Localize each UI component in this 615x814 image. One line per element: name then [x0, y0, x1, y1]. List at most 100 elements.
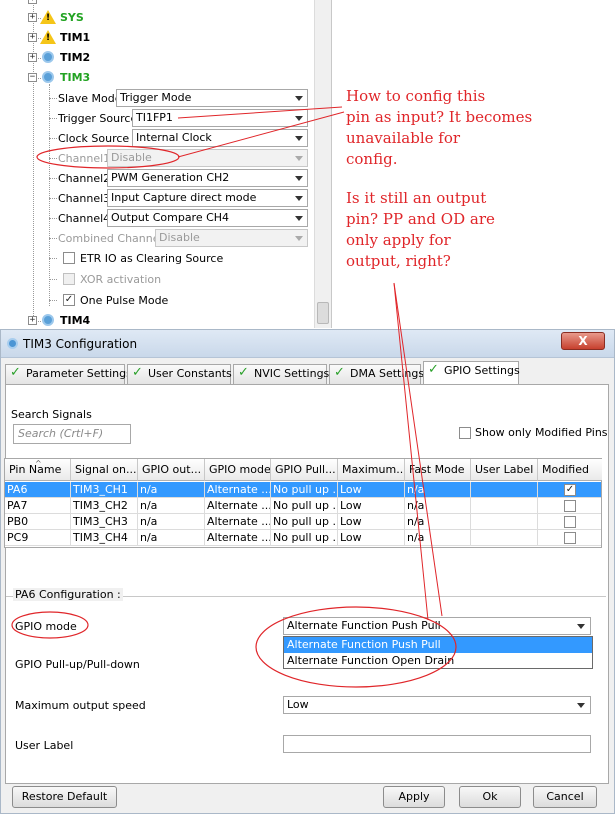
tim3-configuration-dialog: TIM3 Configuration X ✓ Parameter Settings… [0, 329, 615, 814]
note-line: pin? PP and OD are [346, 210, 495, 228]
user-label-input[interactable] [283, 735, 591, 753]
close-button[interactable]: X [561, 332, 605, 350]
tree-line [49, 198, 57, 199]
max-speed-label: Maximum output speed [15, 699, 146, 712]
ok-button[interactable]: Ok [459, 786, 521, 808]
apply-button[interactable]: Apply [383, 786, 445, 808]
modified-checkbox[interactable]: ✓ [564, 484, 576, 496]
tree-item-tim3[interactable]: TIM3 [60, 71, 90, 84]
tab-gpio-settings[interactable]: ✓ GPIO Settings [423, 361, 520, 385]
column-header-max-speed[interactable]: Maximum... [338, 459, 405, 481]
tree-item-tim1[interactable]: TIM1 [60, 31, 90, 44]
gpio-mode-cell: Alternate ... [207, 530, 271, 546]
expander-minus-icon[interactable]: − [28, 73, 37, 82]
gear-icon [7, 338, 18, 349]
chevron-down-icon [295, 96, 303, 101]
etr-clearing-checkbox[interactable] [63, 252, 75, 264]
table-row[interactable]: PB0 TIM3_CH3 n/a Alternate ... No pull u… [5, 514, 601, 530]
signal-cell: TIM3_CH3 [71, 514, 138, 530]
column-header-gpio-pull[interactable]: GPIO Pull... [271, 459, 338, 481]
expander-plus-icon[interactable]: + [28, 316, 37, 325]
gpio-pull-cell: No pull up ... [273, 530, 338, 546]
check-icon: ✓ [428, 362, 439, 377]
xor-activation-label: XOR activation [80, 273, 162, 286]
gpio-mode-dropdown: Alternate Function Push Pull Alternate F… [283, 636, 593, 669]
gpio-mode-label: GPIO mode [15, 620, 77, 633]
tab-dma-settings[interactable]: ✓ DMA Settings [329, 364, 424, 384]
etr-clearing-label: ETR IO as Clearing Source [80, 252, 224, 265]
chevron-down-icon [577, 624, 585, 629]
table-row[interactable]: PC9 TIM3_CH4 n/a Alternate ... No pull u… [5, 530, 601, 546]
column-header-user-label[interactable]: User Label [471, 459, 538, 481]
column-header-fast-mode[interactable]: Fast Mode [405, 459, 471, 481]
check-icon: ✓ [238, 365, 249, 380]
search-input[interactable]: Search (Crtl+F) [13, 424, 131, 444]
chevron-down-icon [295, 196, 303, 201]
one-pulse-checkbox[interactable]: ✓ [63, 294, 75, 306]
expander-plus-icon[interactable]: + [28, 13, 37, 22]
slave-mode-select[interactable]: Trigger Mode [116, 89, 308, 107]
dialog-titlebar[interactable]: TIM3 Configuration X [1, 330, 614, 358]
table-row[interactable]: PA7 TIM3_CH2 n/a Alternate ... No pull u… [5, 498, 601, 514]
tab-label: GPIO Settings [444, 364, 520, 377]
channel2-select[interactable]: PWM Generation CH2 [107, 169, 308, 187]
xor-activation-checkbox [63, 273, 75, 285]
max-speed-select[interactable]: Low [283, 696, 591, 714]
cancel-button[interactable]: Cancel [533, 786, 597, 808]
note-line: output, right? [346, 252, 451, 270]
only-modified-checkbox[interactable] [459, 427, 471, 439]
gpio-mode-cell: Alternate ... [207, 498, 271, 514]
dropdown-option-open-drain[interactable]: Alternate Function Open Drain [284, 653, 592, 669]
tab-user-constants[interactable]: ✓ User Constants [127, 364, 232, 384]
table-row[interactable]: PA6 TIM3_CH1 n/a Alternate ... No pull u… [5, 482, 601, 498]
channel3-label: Channel3 [58, 192, 111, 205]
chevron-down-icon [577, 703, 585, 708]
trigger-source-value: TI1FP1 [136, 111, 173, 124]
tab-nvic-settings[interactable]: ✓ NVIC Settings [233, 364, 329, 384]
restore-default-button[interactable]: Restore Default [12, 786, 117, 808]
pin-configuration-title: PA6 Configuration : [13, 588, 123, 601]
modified-checkbox[interactable] [564, 532, 576, 544]
user-label-cell [471, 514, 538, 530]
column-header-gpio-out[interactable]: GPIO out... [138, 459, 205, 481]
tab-label: Parameter Settings [26, 367, 132, 380]
clock-source-select[interactable]: Internal Clock [132, 129, 308, 147]
tree-item-tim4[interactable]: TIM4 [60, 314, 90, 327]
tree-scrollbar[interactable] [314, 0, 331, 328]
expander-plus-icon[interactable]: + [28, 0, 37, 4]
chevron-down-icon [295, 156, 303, 161]
note-line: pin as input? It becomes [346, 108, 533, 126]
gpio-out-cell: n/a [138, 514, 205, 530]
tree-line [49, 98, 57, 99]
chevron-down-icon [295, 136, 303, 141]
channel4-label: Channel4 [58, 212, 111, 225]
channel3-select[interactable]: Input Capture direct mode [107, 189, 308, 207]
expander-plus-icon[interactable]: + [28, 53, 37, 62]
signal-cell: TIM3_CH1 [71, 482, 138, 498]
scrollbar-thumb[interactable] [317, 302, 329, 324]
max-speed-cell: Low [338, 498, 405, 514]
column-header-gpio-mode[interactable]: GPIO mode [205, 459, 271, 481]
modified-checkbox[interactable] [564, 500, 576, 512]
gpio-out-cell: n/a [138, 530, 205, 546]
tree-item-tim2[interactable]: TIM2 [60, 51, 90, 64]
expander-plus-icon[interactable]: + [28, 33, 37, 42]
column-header-modified[interactable]: Modified [538, 459, 602, 481]
tree-line [49, 158, 57, 159]
gpio-signal-table: Pin Name ^ Signal on... GPIO out... GPIO… [4, 458, 602, 548]
channel2-value: PWM Generation CH2 [111, 171, 230, 184]
dropdown-option-push-pull[interactable]: Alternate Function Push Pull [284, 637, 592, 653]
gpio-mode-select[interactable]: Alternate Function Push Pull [283, 617, 591, 635]
trigger-source-select[interactable]: TI1FP1 [132, 109, 308, 127]
gpio-pull-label: GPIO Pull-up/Pull-down [15, 658, 140, 671]
pin-name-cell: PA6 [5, 482, 71, 498]
combined-channels-select: Disable [155, 229, 308, 247]
tab-parameter-settings[interactable]: ✓ Parameter Settings [5, 364, 132, 384]
note-line: unavailable for [346, 129, 461, 147]
column-header-signal[interactable]: Signal on... [71, 459, 138, 481]
modified-checkbox[interactable] [564, 516, 576, 528]
channel4-select[interactable]: Output Compare CH4 [107, 209, 308, 227]
pin-name-cell: PC9 [5, 530, 71, 546]
chevron-down-icon [295, 176, 303, 181]
tree-item-sys[interactable]: SYS [60, 11, 84, 24]
